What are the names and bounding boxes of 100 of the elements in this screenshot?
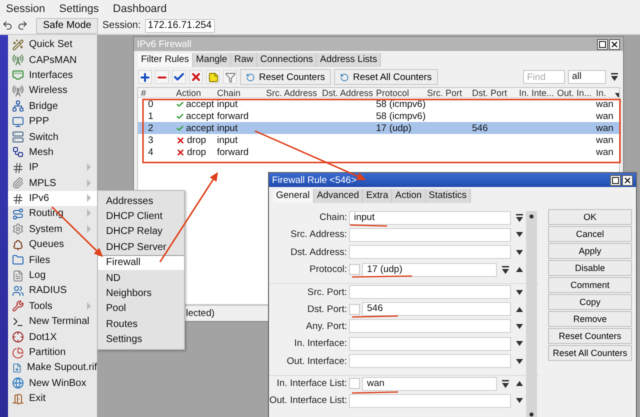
column-header[interactable]: Action: [173, 88, 214, 97]
expand-icon[interactable]: [516, 358, 522, 364]
expand-icon[interactable]: [516, 250, 522, 255]
sidebar-item[interactable]: Quick Set: [8, 37, 97, 52]
negate-checkbox[interactable]: [349, 304, 360, 315]
dialog-button[interactable]: Reset Counters: [548, 328, 632, 344]
sidebar-item[interactable]: Wireless: [8, 83, 97, 99]
dropdown-icon[interactable]: [502, 266, 508, 274]
submenu-item[interactable]: Addresses: [98, 193, 184, 208]
negate-checkbox[interactable]: [349, 264, 360, 276]
sidebar-item[interactable]: IP: [8, 160, 97, 176]
input-field[interactable]: [349, 228, 511, 242]
sidebar-item[interactable]: Dot1X: [8, 329, 97, 345]
tab[interactable]: Advanced: [314, 189, 364, 203]
sidebar-item[interactable]: CAPsMAN: [8, 52, 97, 68]
scroll-bar[interactable]: [526, 211, 537, 417]
close-button[interactable]: [622, 174, 633, 186]
tab[interactable]: General: [273, 189, 314, 203]
expand-icon[interactable]: [516, 290, 522, 295]
input-field[interactable]: wan: [362, 376, 497, 391]
dialog-button[interactable]: OK: [548, 209, 632, 225]
sidebar-item[interactable]: Make Supout.rif: [8, 360, 97, 376]
column-header[interactable]: Protocol: [373, 88, 424, 97]
submenu-item[interactable]: DHCP Relay: [98, 224, 184, 240]
column-header[interactable]: #: [138, 88, 173, 97]
sidebar-item[interactable]: Interfaces: [8, 68, 97, 84]
submenu-item[interactable]: DHCP Client: [98, 208, 184, 224]
reset-button[interactable]: Reset Counters: [240, 69, 332, 85]
column-header[interactable]: Src. Port: [424, 88, 469, 97]
collapse-icon[interactable]: [516, 381, 522, 386]
dropdown-icon[interactable]: [516, 214, 522, 222]
tab[interactable]: Connections: [257, 53, 318, 67]
enable-button[interactable]: [172, 70, 186, 84]
submenu-item[interactable]: DHCP Server: [98, 239, 184, 255]
input-field[interactable]: [349, 394, 511, 408]
redo-icon[interactable]: [17, 20, 28, 31]
input-field[interactable]: 17 (udp): [362, 262, 497, 277]
submenu-item[interactable]: Settings: [98, 332, 184, 347]
submenu-item[interactable]: Firewall: [98, 254, 184, 270]
filter-select[interactable]: all: [568, 70, 606, 84]
find-field[interactable]: Find: [523, 70, 565, 84]
dropdown-icon[interactable]: [610, 73, 618, 81]
input-field[interactable]: [349, 319, 511, 334]
submenu-item[interactable]: Neighbors: [98, 285, 184, 301]
column-header[interactable]: Chain: [214, 88, 263, 97]
input-field[interactable]: [349, 285, 511, 300]
expand-icon[interactable]: [516, 232, 522, 238]
tab[interactable]: Statistics: [426, 189, 471, 203]
dropdown-icon[interactable]: [502, 380, 508, 388]
expand-icon[interactable]: [516, 341, 522, 346]
menu-item[interactable]: Session: [6, 2, 46, 14]
add-button[interactable]: [138, 70, 152, 84]
tab[interactable]: Extra: [363, 189, 392, 203]
sidebar-item[interactable]: IPv6: [8, 190, 97, 206]
sidebar-item[interactable]: System: [8, 222, 97, 238]
sidebar-item[interactable]: RADIUS: [8, 283, 97, 299]
sidebar-item[interactable]: Tools: [8, 298, 97, 314]
sidebar-item[interactable]: Queues: [8, 237, 97, 252]
maximize-button[interactable]: [610, 174, 621, 186]
undo-icon[interactable]: [2, 20, 13, 31]
column-header[interactable]: In.: [593, 88, 613, 97]
menu-item[interactable]: Settings: [59, 2, 99, 14]
sidebar-item[interactable]: Mesh: [8, 144, 97, 160]
reset-button[interactable]: Reset All Counters: [334, 69, 438, 85]
input-field[interactable]: input: [349, 210, 511, 225]
sidebar-item[interactable]: MPLS: [8, 176, 97, 191]
remove-button[interactable]: [155, 70, 169, 84]
sidebar-item[interactable]: New Terminal: [8, 314, 97, 330]
maximize-button[interactable]: [597, 38, 608, 50]
menu-item[interactable]: Dashboard: [112, 2, 167, 14]
sidebar-item[interactable]: Switch: [8, 129, 97, 145]
tab[interactable]: Action: [392, 189, 426, 203]
table-row[interactable]: 2 accept input 17 (udp) 546 wan: [138, 122, 619, 134]
comment-button[interactable]: [206, 70, 220, 84]
dialog-button[interactable]: Comment: [548, 277, 632, 293]
dialog-button[interactable]: Copy: [548, 294, 632, 310]
sidebar-item[interactable]: Exit: [8, 390, 97, 406]
dialog-button[interactable]: Cancel: [548, 226, 632, 242]
dialog-button[interactable]: Remove: [548, 311, 632, 327]
submenu-item[interactable]: Routes: [98, 316, 184, 332]
dialog-button[interactable]: Disable: [548, 260, 632, 276]
column-header[interactable]: Dst. Port: [469, 88, 516, 97]
input-field[interactable]: [349, 354, 511, 368]
tab[interactable]: Mangle: [193, 53, 232, 67]
session-field[interactable]: 172.16.71.254: [144, 18, 215, 32]
disable-button[interactable]: [189, 70, 203, 84]
column-header[interactable]: Dst. Address: [319, 88, 373, 97]
collapse-icon[interactable]: [516, 267, 522, 272]
input-field[interactable]: 546: [362, 302, 511, 316]
column-header[interactable]: Src. Address: [263, 88, 319, 97]
close-button[interactable]: [609, 38, 620, 50]
sidebar-item[interactable]: Partition: [8, 344, 97, 360]
input-field[interactable]: [349, 336, 511, 351]
filter-button[interactable]: [223, 70, 237, 84]
tab[interactable]: Filter Rules: [138, 53, 194, 67]
column-header[interactable]: In. Inte...: [516, 88, 554, 97]
input-field[interactable]: [349, 245, 511, 260]
tab[interactable]: Raw: [231, 53, 258, 67]
expand-icon[interactable]: [516, 398, 522, 404]
sidebar-item[interactable]: Log: [8, 268, 97, 284]
